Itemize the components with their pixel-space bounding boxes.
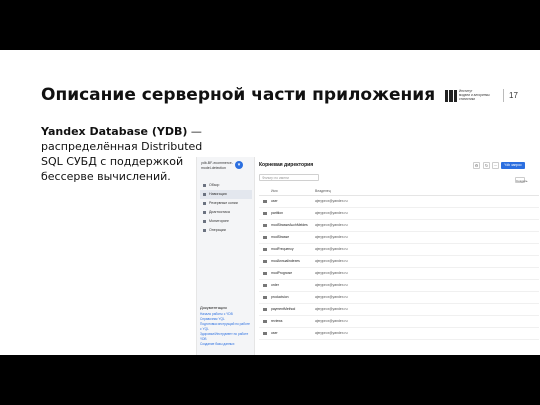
- row-name[interactable]: paymentMethod: [271, 304, 295, 315]
- operations-icon: [203, 229, 206, 232]
- table-icon: [263, 296, 267, 299]
- table-header: Имя Владелец: [259, 187, 539, 196]
- row-name[interactable]: modPrognose: [271, 268, 292, 279]
- docs-link[interactable]: Подготовка инструкций по работе с YQL: [200, 322, 252, 332]
- row-name[interactable]: modStrasseAuchMeldes: [271, 220, 308, 231]
- row-owner: ajerpprox@yandex.ru: [315, 307, 348, 311]
- create-button[interactable]: Создать: [515, 177, 527, 183]
- divider: [503, 89, 504, 102]
- sidebar-item-4[interactable]: Мониторинг: [200, 217, 252, 226]
- row-name[interactable]: user: [271, 196, 278, 207]
- row-owner: ajerpprox@yandex.ru: [315, 331, 348, 335]
- row-name[interactable]: order: [271, 280, 279, 291]
- table-icon: [263, 260, 267, 263]
- row-owner: ajerpprox@yandex.ru: [315, 259, 348, 263]
- console-main: Корневая директория Фильтр по имени ⚙ ↻ …: [259, 157, 540, 355]
- table-icon: [263, 200, 267, 203]
- table-icon: [263, 248, 267, 251]
- table-row[interactable]: order ajerpprox@yandex.ru: [259, 280, 539, 292]
- logo-text: Институт модели и алгоритмы статистики: [459, 89, 490, 101]
- docs-panel: Документация Начало работы с YDB Справочн…: [200, 305, 252, 347]
- institute-logo: Институт модели и алгоритмы статистики: [445, 89, 500, 104]
- row-owner: ajerpprox@yandex.ru: [315, 211, 348, 215]
- table-icon: [263, 272, 267, 275]
- sidebar-item-5[interactable]: Операции: [200, 226, 252, 235]
- description-bold: Yandex Database (YDB): [41, 125, 188, 138]
- row-owner: ajerpprox@yandex.ru: [315, 199, 348, 203]
- row-name[interactable]: modFrequency: [271, 244, 294, 255]
- sidebar-item-0[interactable]: Обзор: [200, 181, 252, 190]
- table-row[interactable]: modStrasse ajerpprox@yandex.ru: [259, 232, 539, 244]
- table-row[interactable]: reviews ajerpprox@yandex.ru: [259, 316, 539, 328]
- slide: Описание серверной части приложения Инст…: [0, 50, 540, 355]
- table-row[interactable]: productsion ajerpprox@yandex.ru: [259, 292, 539, 304]
- row-name[interactable]: reviews: [271, 316, 283, 327]
- table-row[interactable]: modStrasseAuchMeldes ajerpprox@yandex.ru: [259, 220, 539, 232]
- refresh-icon[interactable]: ↻: [483, 162, 490, 169]
- sidebar-item-label: Обзор: [209, 183, 220, 187]
- slide-title: Описание серверной части приложения: [41, 85, 436, 105]
- page-number: 17: [509, 91, 518, 100]
- page-title: Корневая директория: [259, 162, 314, 168]
- row-name[interactable]: partition: [271, 208, 283, 219]
- sidebar-item-label: Навигация: [209, 192, 227, 196]
- docs-link[interactable]: Здоровье/Инструмент по работе YDB: [200, 332, 252, 342]
- row-owner: ajerpprox@yandex.ru: [315, 247, 348, 251]
- sidebar-item-2[interactable]: Резервные копии: [200, 199, 252, 208]
- table-icon: [263, 308, 267, 311]
- row-owner: ajerpprox@yandex.ru: [315, 235, 348, 239]
- row-owner: ajerpprox@yandex.ru: [315, 283, 348, 287]
- row-owner: ajerpprox@yandex.ru: [315, 223, 348, 227]
- sidebar-item-1[interactable]: Навигация: [200, 190, 252, 199]
- docs-heading: Документация: [200, 305, 227, 310]
- row-owner: ajerpprox@yandex.ru: [315, 295, 348, 299]
- settings-icon[interactable]: ⚙: [473, 162, 480, 169]
- console-sidebar: ydb-BF-ecommerce- model-detection ▾ Обзо…: [197, 157, 255, 355]
- row-name[interactable]: modAnnualindexes: [271, 256, 300, 267]
- row-name[interactable]: modStrasse: [271, 232, 289, 243]
- sidebar-item-label: Операции: [209, 228, 226, 232]
- navigation-icon: [203, 193, 206, 196]
- row-name[interactable]: productsion: [271, 292, 289, 303]
- sidebar-item-label: Диагностика: [209, 210, 230, 214]
- column-name[interactable]: Имя: [271, 187, 278, 195]
- logo-bars-icon: [445, 90, 457, 102]
- backup-icon: [203, 202, 206, 205]
- console-screenshot: ydb-BF-ecommerce- model-detection ▾ Обзо…: [196, 157, 540, 355]
- table-row[interactable]: user ajerpprox@yandex.ru: [259, 328, 539, 340]
- table-icon: [263, 320, 267, 323]
- table-icon: [263, 284, 267, 287]
- search-input[interactable]: Фильтр по имени: [259, 174, 319, 181]
- diagnostics-icon: [203, 211, 206, 214]
- column-owner[interactable]: Владелец: [315, 187, 331, 195]
- monitoring-icon: [203, 220, 206, 223]
- sidebar-item-label: Резервные копии: [209, 201, 238, 205]
- sidebar-item-3[interactable]: Диагностика: [200, 208, 252, 217]
- query-button[interactable]: Ydb запрос: [501, 162, 525, 169]
- table-icon: [263, 236, 267, 239]
- more-icon[interactable]: ⋯: [492, 162, 499, 169]
- table-row[interactable]: partition ajerpprox@yandex.ru: [259, 208, 539, 220]
- table-icon: [263, 224, 267, 227]
- table-row[interactable]: user ajerpprox@yandex.ru: [259, 196, 539, 208]
- sidebar-item-label: Мониторинг: [209, 219, 229, 223]
- table-row[interactable]: modPrognose ajerpprox@yandex.ru: [259, 268, 539, 280]
- table-row[interactable]: modAnnualindexes ajerpprox@yandex.ru: [259, 256, 539, 268]
- row-owner: ajerpprox@yandex.ru: [315, 319, 348, 323]
- table-icon: [263, 332, 267, 335]
- db-menu-icon[interactable]: ▾: [235, 161, 243, 169]
- table-icon: [263, 212, 267, 215]
- row-name[interactable]: user: [271, 328, 278, 339]
- table-row[interactable]: paymentMethod ajerpprox@yandex.ru: [259, 304, 539, 316]
- overview-icon: [203, 184, 206, 187]
- docs-link[interactable]: Создание базы данных: [200, 342, 252, 347]
- row-owner: ajerpprox@yandex.ru: [315, 271, 348, 275]
- sidebar-nav: Обзор Навигация Резервные копии Диагностика…: [200, 181, 252, 235]
- description: Yandex Database (YDB) — распределённая D…: [41, 124, 211, 184]
- table-row[interactable]: modFrequency ajerpprox@yandex.ru: [259, 244, 539, 256]
